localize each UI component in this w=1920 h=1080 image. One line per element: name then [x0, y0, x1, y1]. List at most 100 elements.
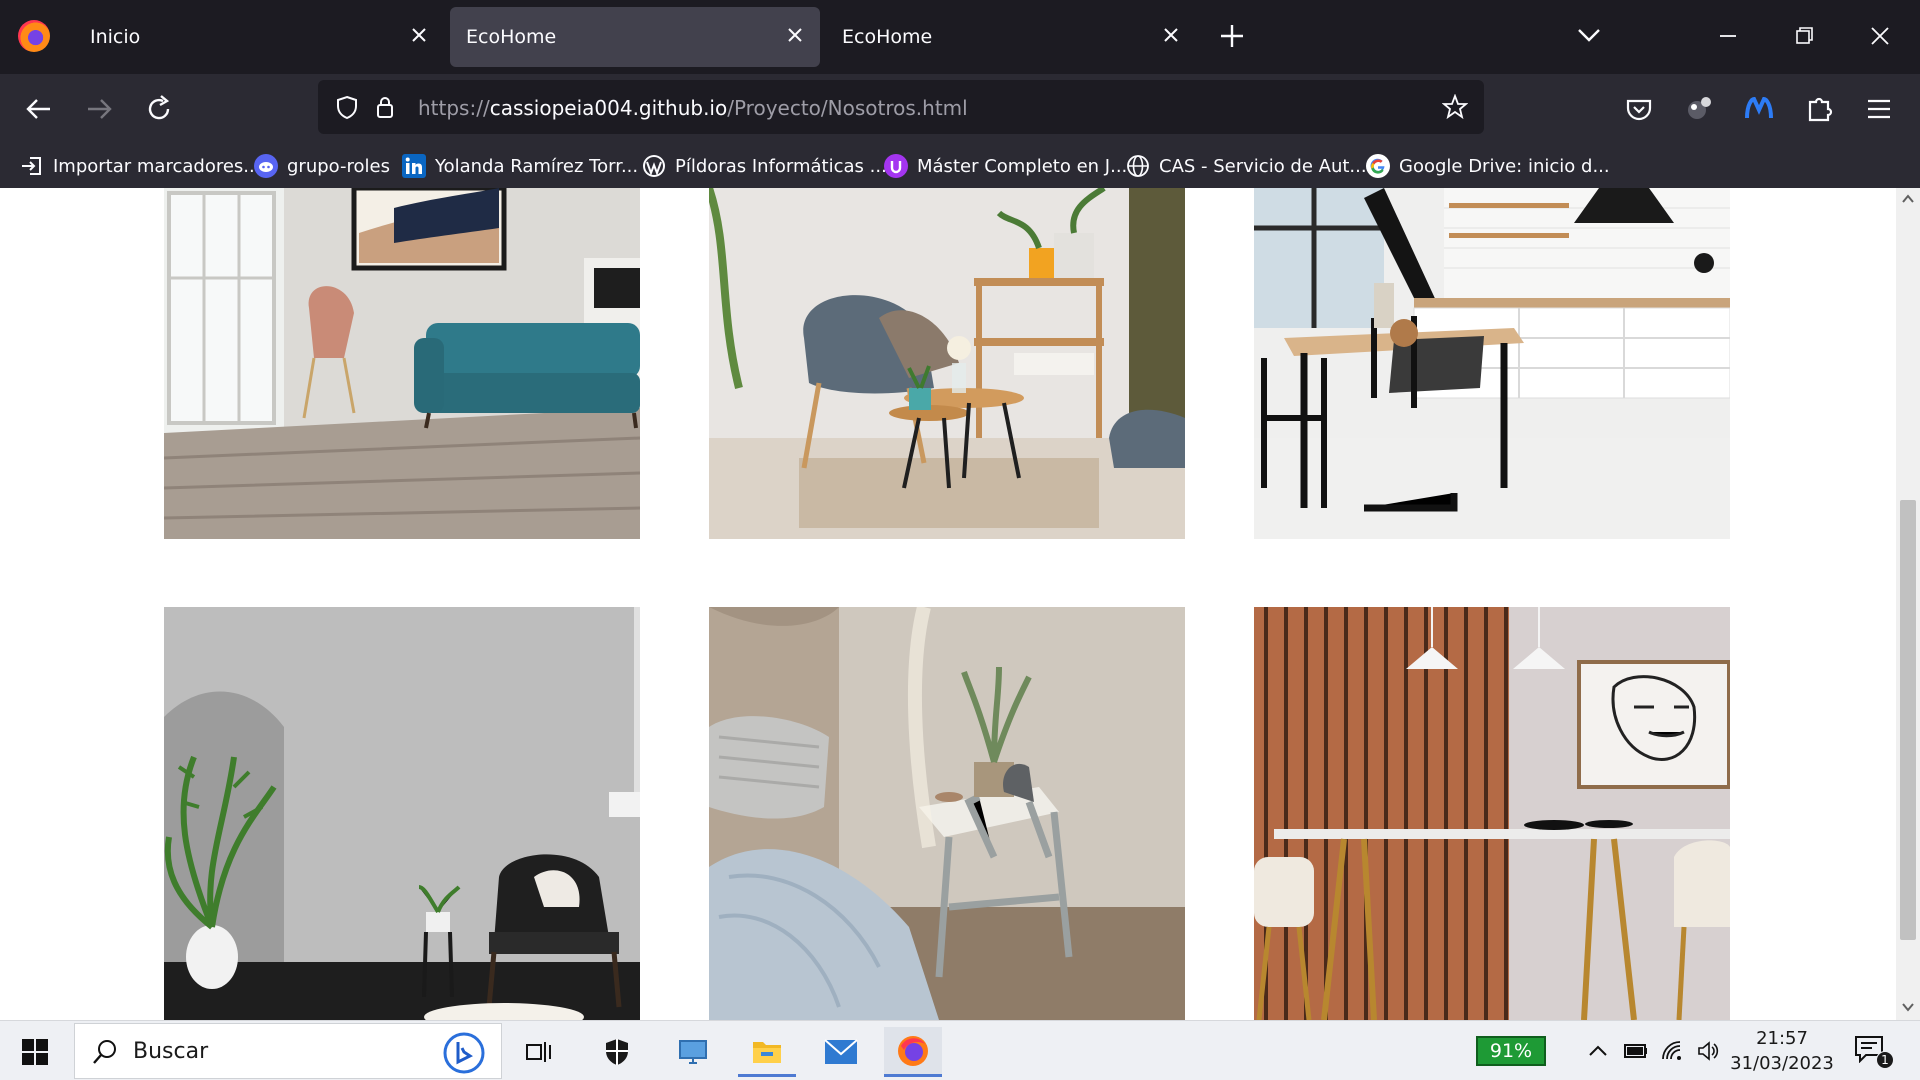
taskbar-pc-app[interactable] [664, 1027, 722, 1077]
hamburger-menu-icon[interactable] [1862, 92, 1896, 126]
lock-icon[interactable] [372, 94, 398, 120]
computer-icon [679, 1040, 707, 1064]
import-icon [22, 157, 41, 175]
wordpress-icon [643, 155, 665, 177]
living-room-teal-sofa-illustration [164, 188, 640, 539]
scroll-up-icon[interactable] [1901, 192, 1915, 206]
taskbar-search-box[interactable]: Buscar [74, 1023, 502, 1079]
bookmark-label: grupo-roles [287, 155, 390, 177]
clock-date: 31/03/2023 [1730, 1053, 1834, 1074]
mail-icon [824, 1039, 858, 1064]
search-icon [93, 1040, 116, 1064]
bookmark-star-icon[interactable] [1442, 94, 1468, 120]
gallery-image-bedroom [709, 607, 1185, 1020]
extension-ball-icon[interactable] [1682, 92, 1716, 126]
tab-ecohome[interactable]: EcoHome [826, 7, 1196, 67]
url-host: cassiopeia004.github.io [489, 96, 728, 120]
bookmark-pildoras[interactable]: Píldoras Informáticas ... [642, 152, 887, 180]
bookmark-label: Máster Completo en J... [917, 155, 1128, 177]
bookmark-google-drive[interactable]: Google Drive: inicio d... [1366, 152, 1610, 180]
bookmark-label: CAS - Servicio de Aut... [1159, 155, 1367, 177]
restore-icon[interactable] [1786, 18, 1822, 54]
url-text[interactable]: https://cassiopeia004.github.io/Proyecto… [418, 96, 968, 120]
discord-icon [254, 154, 278, 178]
gallery-image-dining [1254, 607, 1730, 1020]
google-icon [1366, 154, 1390, 178]
tab-inicio[interactable]: Inicio [74, 7, 444, 67]
grey-wall-palm-illustration [164, 607, 640, 1020]
page-scrollbar[interactable] [1896, 188, 1920, 1020]
gallery-image-grey-wall [164, 607, 640, 1020]
windows-taskbar: Buscar 91% 21:57 31/03/2023 1 [0, 1020, 1920, 1080]
forward-arrow-icon[interactable] [82, 92, 116, 126]
task-view-icon [526, 1042, 551, 1062]
scroll-down-icon[interactable] [1901, 1000, 1915, 1014]
reload-icon[interactable] [142, 92, 176, 126]
tab-label: EcoHome [466, 26, 557, 48]
tab-label: EcoHome [842, 26, 933, 48]
gallery-image-living-room [164, 188, 640, 539]
gallery-image-armchair [709, 188, 1185, 539]
url-path: /Proyecto/Nosotros.html [727, 96, 968, 120]
bookmark-label: Importar marcadores... [53, 155, 261, 177]
page-viewport [0, 188, 1920, 1020]
dining-wood-slat-illustration [1254, 607, 1730, 1020]
chevron-up-icon[interactable] [1586, 1039, 1610, 1063]
battery-indicator[interactable]: 91% [1476, 1036, 1546, 1066]
task-view-button[interactable] [510, 1027, 568, 1077]
bookmark-label: Píldoras Informáticas ... [675, 155, 887, 177]
shield-icon [606, 1039, 628, 1065]
taskbar-file-explorer[interactable] [738, 1027, 796, 1077]
bookmark-linkedin[interactable]: Yolanda Ramírez Torr... [402, 152, 638, 180]
bookmark-label: Google Drive: inicio d... [1399, 155, 1610, 177]
battery-icon[interactable] [1624, 1039, 1648, 1063]
close-icon[interactable] [782, 22, 808, 48]
close-icon[interactable] [406, 22, 432, 48]
close-icon[interactable] [1158, 22, 1184, 48]
address-bar[interactable]: https://cassiopeia004.github.io/Proyecto… [318, 80, 1484, 134]
taskbar-mail[interactable] [812, 1027, 870, 1077]
search-placeholder: Buscar [133, 1039, 209, 1064]
shield-icon[interactable] [334, 94, 360, 120]
firefox-menu-icon[interactable] [18, 20, 50, 52]
windows-start-icon[interactable] [22, 1039, 48, 1065]
chevron-down-icon[interactable] [1576, 24, 1602, 46]
bookmark-cas[interactable]: CAS - Servicio de Aut... [1126, 152, 1367, 180]
window-close-icon[interactable] [1862, 18, 1898, 54]
notification-center-button[interactable]: 1 [1854, 1035, 1894, 1071]
bing-icon[interactable] [443, 1032, 485, 1074]
bookmark-grupo-roles[interactable]: grupo-roles [254, 152, 390, 180]
bookmarks-toolbar: Importar marcadores... grupo-roles Yolan… [0, 142, 1920, 188]
url-scheme: https:// [418, 96, 490, 120]
malwarebytes-icon[interactable] [1742, 92, 1776, 126]
folder-icon [753, 1041, 781, 1063]
minimize-icon[interactable] [1710, 18, 1746, 54]
tab-bar: Inicio EcoHome EcoHome [0, 0, 1920, 74]
taskbar-clock[interactable]: 21:57 31/03/2023 [1712, 1026, 1852, 1076]
battery-percent: 91% [1489, 1040, 1533, 1062]
scroll-thumb[interactable] [1900, 500, 1916, 940]
back-arrow-icon[interactable] [22, 92, 56, 126]
taskbar-security-app[interactable] [588, 1027, 646, 1077]
pocket-icon[interactable] [1622, 92, 1656, 126]
bookmark-import[interactable]: Importar marcadores... [20, 152, 260, 180]
bookmark-master[interactable]: Máster Completo en J... [884, 152, 1127, 180]
navigation-toolbar: https://cassiopeia004.github.io/Proyecto… [0, 74, 1920, 142]
tab-label: Inicio [90, 26, 141, 48]
notification-count-badge: 1 [1876, 1051, 1894, 1069]
linkedin-icon [402, 154, 426, 178]
armchair-coffee-table-illustration [709, 188, 1185, 539]
tab-ecohome-active[interactable]: EcoHome [450, 7, 820, 67]
new-tab-plus-icon[interactable] [1218, 22, 1246, 50]
bedroom-side-table-illustration [709, 607, 1185, 1020]
bookmark-label: Yolanda Ramírez Torr... [435, 155, 639, 177]
taskbar-firefox[interactable] [884, 1027, 942, 1077]
gallery-image-kitchen [1254, 188, 1730, 539]
clock-time: 21:57 [1756, 1028, 1808, 1049]
wifi-icon[interactable] [1660, 1039, 1684, 1063]
globe-icon [1127, 155, 1149, 177]
kitchen-dining-illustration [1254, 188, 1730, 539]
udemy-icon [884, 154, 908, 178]
extensions-puzzle-icon[interactable] [1802, 92, 1836, 126]
firefox-icon [898, 1035, 928, 1066]
